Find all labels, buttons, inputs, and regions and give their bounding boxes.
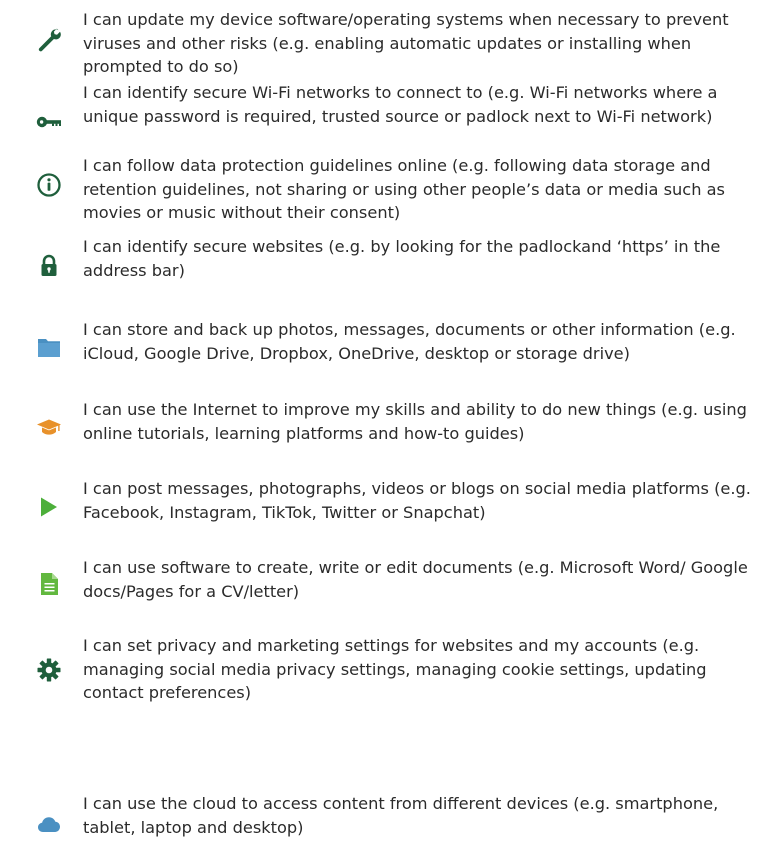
list-item-text: I can update my device software/operatin…	[83, 10, 729, 76]
list-item-text: I can follow data protection guidelines …	[83, 156, 725, 222]
list-item-text: I can post messages, photographs, videos…	[83, 479, 751, 522]
cloud-icon	[36, 811, 62, 837]
graduation-cap-icon	[36, 414, 62, 440]
document-icon	[36, 571, 62, 597]
list-item-text: I can use software to create, write or e…	[83, 558, 748, 601]
key-icon	[36, 109, 62, 135]
list-item-text: I can identify secure Wi-Fi networks to …	[83, 83, 718, 126]
list-item-text: I can use the Internet to improve my ski…	[83, 400, 747, 443]
list-item-text: I can use the cloud to access content fr…	[83, 794, 719, 837]
wrench-icon	[36, 27, 62, 53]
list-item-text: I can store and back up photos, messages…	[83, 320, 736, 363]
list-item-text: I can identify secure websites (e.g. by …	[83, 237, 721, 280]
folder-icon	[36, 334, 62, 360]
padlock-icon	[36, 253, 62, 279]
info-icon	[36, 172, 62, 198]
gear-icon	[36, 657, 62, 683]
list-item-text: I can set privacy and marketing settings…	[83, 636, 707, 702]
play-icon	[36, 494, 62, 520]
